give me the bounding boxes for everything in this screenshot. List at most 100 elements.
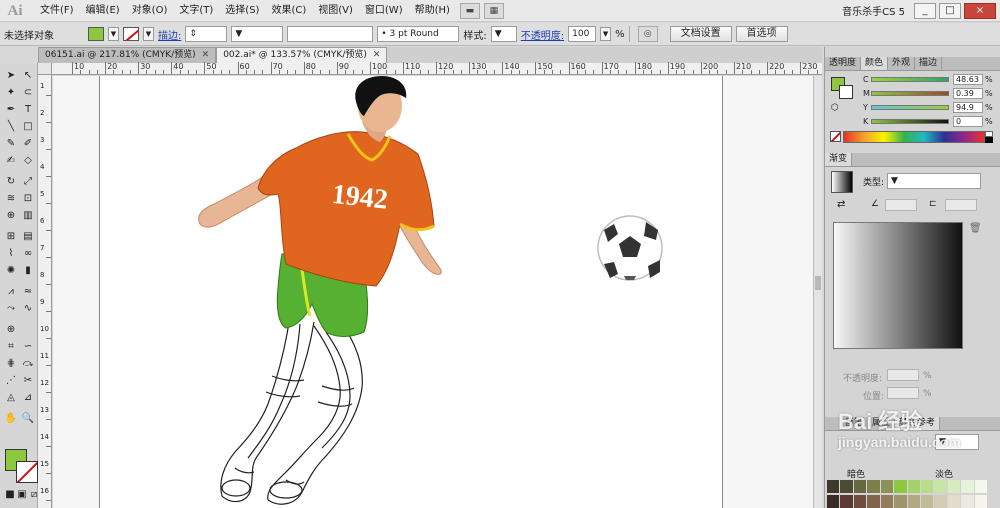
swatch[interactable] — [934, 480, 947, 493]
shape-builder-tool-icon[interactable]: ⊕ — [3, 209, 19, 223]
mesh-tool-icon[interactable]: ⊞ — [3, 230, 19, 244]
envelope-tool-icon[interactable]: ≈ — [20, 285, 36, 299]
swatch[interactable] — [880, 494, 894, 508]
swatch[interactable] — [894, 480, 907, 493]
tab-stroke[interactable]: 描边 — [915, 57, 943, 70]
document-setup-button[interactable]: 文档设置 — [669, 26, 732, 42]
stroke-weight-field[interactable]: ⇕ — [185, 26, 228, 42]
tab-appearance[interactable]: 外观 — [888, 57, 916, 70]
knife-tool-icon[interactable]: ⤼ — [20, 357, 36, 371]
tab-gradient[interactable]: 渐变 — [825, 153, 853, 166]
slider-track[interactable] — [871, 90, 949, 96]
pen-tool-icon[interactable]: ✒ — [3, 103, 19, 117]
fill-dropdown-icon[interactable]: ▼ — [108, 27, 119, 41]
arrange-documents-icon[interactable]: ▦ — [483, 2, 504, 19]
stroke-swatch[interactable] — [123, 27, 139, 41]
opacity-dropdown-icon[interactable]: ▼ — [600, 27, 612, 41]
gradient-position-field[interactable] — [887, 387, 919, 399]
tab-document-1[interactable]: 06151.ai @ 217.81% (CMYK/预览) ✕ — [38, 47, 217, 63]
eyedropper-tool-icon[interactable]: ⌇ — [3, 247, 19, 261]
close-icon[interactable]: ✕ — [202, 48, 210, 63]
magic-wand-tool-icon[interactable]: ✦ — [3, 86, 19, 100]
swatch[interactable] — [894, 494, 907, 508]
swatch[interactable] — [840, 480, 853, 493]
close-icon[interactable]: ✕ — [373, 48, 381, 63]
symbol-sprayer-tool-icon[interactable]: ✺ — [3, 264, 19, 278]
gradient-type-dropdown[interactable]: ▼ — [887, 173, 981, 189]
swatch[interactable] — [867, 480, 880, 493]
black-slider[interactable]: K 0 % — [863, 115, 993, 127]
ruler-origin[interactable] — [38, 63, 52, 75]
color-spectrum[interactable] — [843, 131, 985, 143]
menu-edit[interactable]: 编辑(E) — [80, 1, 126, 21]
brush-field[interactable]: • 3 pt Round — [377, 26, 460, 42]
close-button[interactable]: × — [964, 2, 996, 19]
menu-help[interactable]: 帮助(H) — [409, 1, 456, 21]
opacity-link[interactable]: 不透明度: — [521, 27, 564, 42]
preferences-button[interactable]: 首选项 — [735, 26, 788, 42]
live-paint-tool-icon[interactable]: ◬ — [3, 391, 19, 405]
aspect-field[interactable] — [945, 199, 977, 211]
swatch[interactable] — [947, 480, 961, 493]
variable-width-field[interactable]: ▼ — [231, 26, 284, 42]
restore-button[interactable]: □ — [939, 2, 961, 19]
swatch[interactable] — [907, 494, 920, 508]
swatch[interactable] — [867, 494, 880, 508]
reverse-gradient-icon[interactable]: ⇄ — [837, 199, 845, 210]
swatch[interactable] — [920, 494, 934, 508]
swatch[interactable] — [961, 494, 974, 508]
menu-effect[interactable]: 效果(C) — [265, 1, 312, 21]
free-transform-tool-icon[interactable]: ⊡ — [20, 192, 36, 206]
artboard[interactable]: 1942 — [99, 76, 723, 508]
cyan-slider[interactable]: C 48.63 % — [863, 73, 993, 85]
paintbrush-tool-icon[interactable]: ✎ — [3, 137, 19, 151]
slider-track[interactable] — [871, 118, 949, 124]
yellow-slider[interactable]: Y 94.9 % — [863, 101, 993, 113]
stroke-dropdown-icon[interactable]: ▼ — [143, 27, 154, 41]
perspective-grid-tool-icon[interactable]: ▥ — [20, 209, 36, 223]
none-color-icon[interactable] — [830, 131, 841, 142]
tab-color[interactable]: 颜色 — [861, 57, 889, 70]
path-eraser-tool-icon[interactable]: ⋰ — [3, 374, 19, 388]
zoom-tool-icon[interactable]: 🔍 — [20, 412, 36, 426]
swatch[interactable] — [840, 494, 853, 508]
minimize-button[interactable]: _ — [914, 2, 936, 19]
live-paint-selection-icon[interactable]: ⊿ — [20, 391, 36, 405]
swatch[interactable] — [974, 494, 987, 508]
menu-type[interactable]: 文字(T) — [173, 1, 219, 21]
smooth-tool-icon[interactable]: ∿ — [20, 302, 36, 316]
gradient-swatch[interactable] — [831, 171, 853, 193]
swatch[interactable] — [961, 480, 974, 493]
swatch[interactable] — [920, 480, 934, 493]
angle-field[interactable] — [885, 199, 917, 211]
rectangle-tool-icon[interactable]: □ — [20, 120, 36, 134]
stroke-panel-link[interactable]: 描边: — [158, 27, 181, 42]
blob-brush-tool-icon[interactable]: ✍ — [3, 154, 19, 168]
opacity-field[interactable]: 100 — [568, 26, 597, 42]
magenta-slider[interactable]: M 0.39 % — [863, 87, 993, 99]
menu-file[interactable]: 文件(F) — [34, 1, 80, 21]
delete-stop-icon[interactable]: 🗑 — [969, 223, 982, 234]
slider-track[interactable] — [871, 76, 949, 82]
swatch[interactable] — [907, 480, 920, 493]
reshape-tool-icon[interactable]: ⤳ — [3, 302, 19, 316]
bridge-icon[interactable]: ▬ — [459, 2, 480, 19]
blend-tool-icon[interactable]: ∞ — [20, 247, 36, 261]
canvas-area[interactable]: 1942 — [53, 76, 813, 508]
recolor-artwork-icon[interactable]: ◎ — [637, 26, 658, 42]
eraser-tool-icon[interactable]: ◇ — [20, 154, 36, 168]
crosshair-tool-icon[interactable]: ⊕ — [3, 323, 19, 337]
warp-tool-icon[interactable]: ≋ — [3, 192, 19, 206]
panel-stroke-swatch[interactable] — [839, 85, 853, 99]
swatch[interactable] — [853, 494, 867, 508]
black-value[interactable]: 0 — [953, 115, 983, 127]
swatch[interactable] — [853, 480, 867, 493]
vertical-scrollbar[interactable] — [813, 76, 822, 508]
yellow-value[interactable]: 94.9 — [953, 101, 983, 113]
bristle-brush-tool-icon[interactable]: ⋕ — [3, 357, 19, 371]
gradient-slider-preview[interactable] — [833, 222, 963, 349]
cyan-value[interactable]: 48.63 — [953, 73, 983, 85]
fill-swatch[interactable] — [88, 27, 104, 41]
swatch[interactable] — [934, 494, 947, 508]
rotate-tool-icon[interactable]: ↻ — [3, 175, 19, 189]
